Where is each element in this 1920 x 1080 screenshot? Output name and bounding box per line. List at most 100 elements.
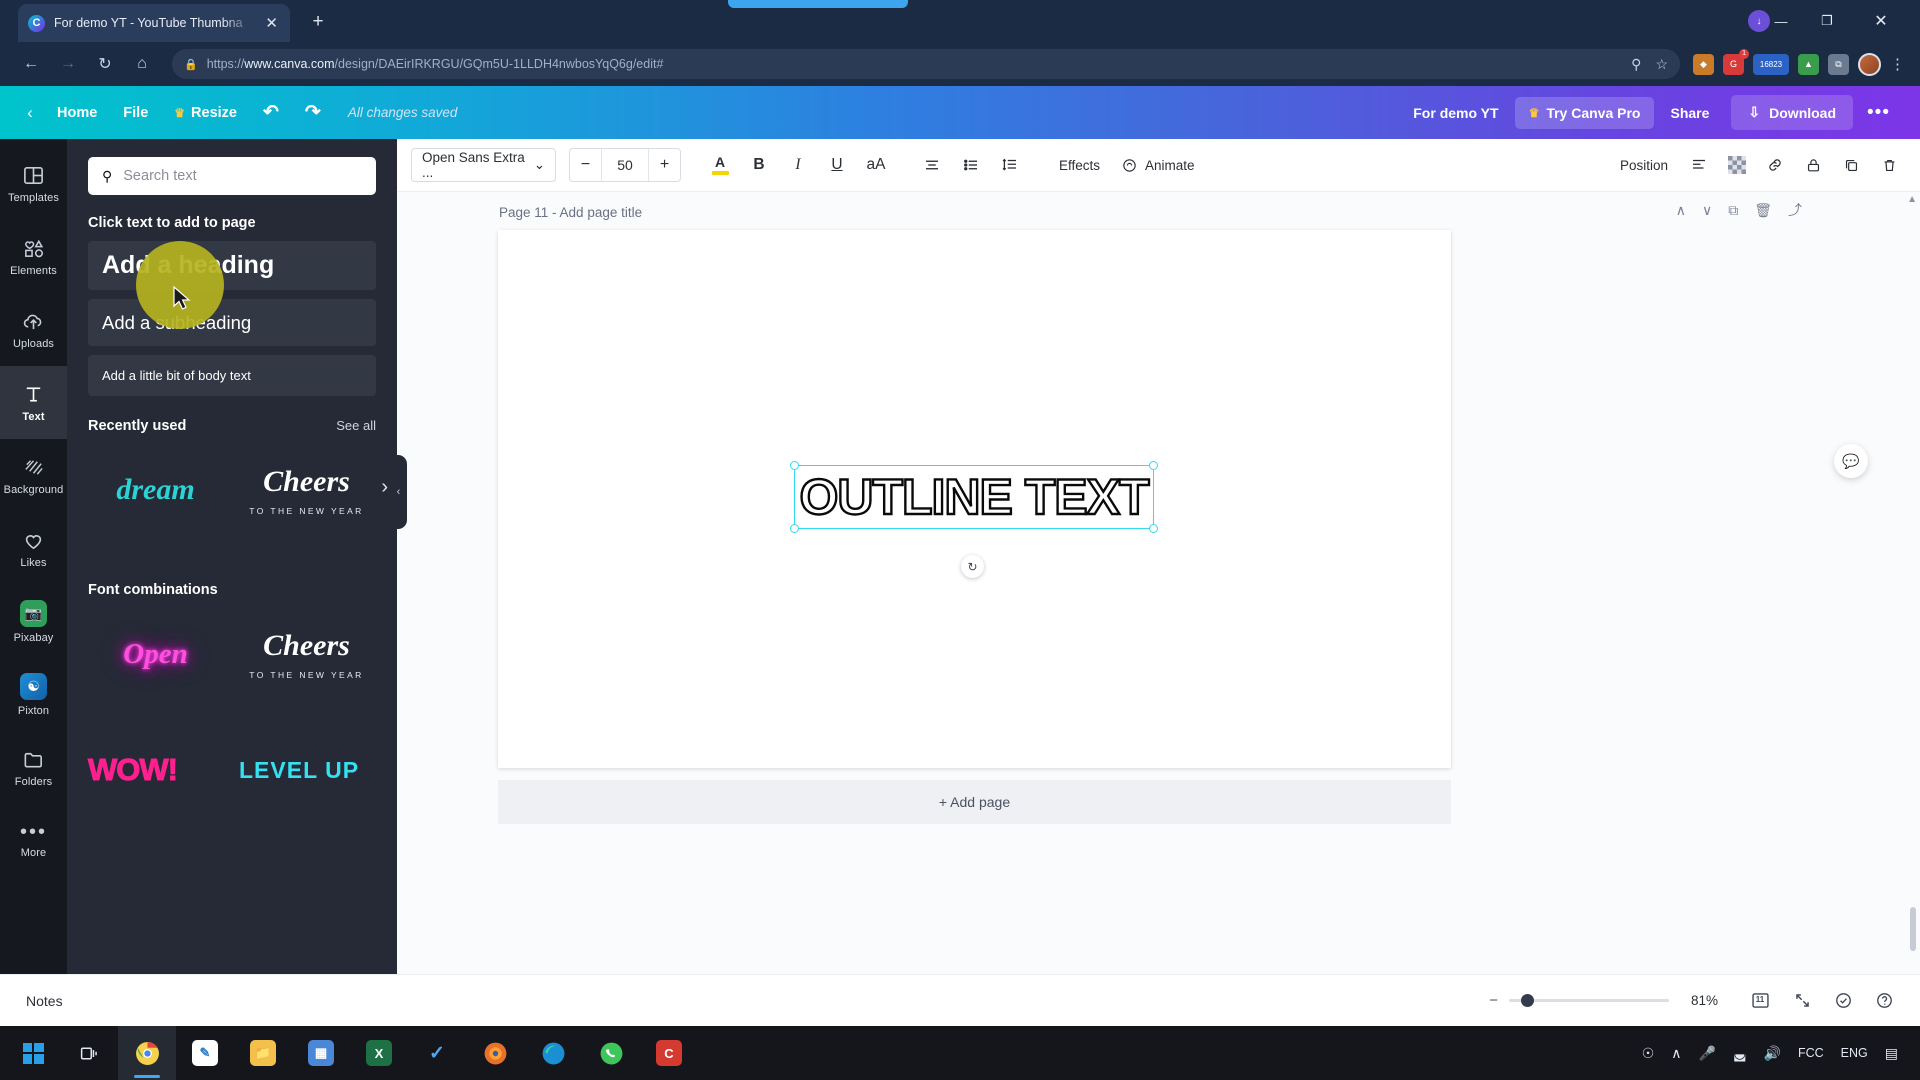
zoom-slider[interactable] xyxy=(1509,994,1669,1007)
arrange-icon[interactable] xyxy=(1682,148,1716,182)
vertical-scrollbar[interactable]: ▲ ▼ xyxy=(1907,194,1917,1008)
rotate-icon[interactable]: ↻ xyxy=(961,555,984,578)
header-home-button[interactable]: Home xyxy=(44,98,110,128)
text-color-button[interactable]: A xyxy=(703,148,737,182)
text-template-thumb[interactable]: Cheers TO THE NEW YEAR xyxy=(239,444,374,536)
page-up-icon[interactable]: ∧ xyxy=(1676,202,1686,219)
add-body-text-button[interactable]: Add a little bit of body text xyxy=(88,355,376,396)
wifi-icon[interactable]: ◛ xyxy=(1733,1045,1747,1062)
header-file-menu[interactable]: File xyxy=(110,98,161,128)
assistant-icon[interactable]: ☉ xyxy=(1642,1045,1655,1062)
selected-text-element[interactable]: OUTLINE TEXT xyxy=(795,466,1153,528)
align-icon[interactable] xyxy=(915,148,949,182)
line-spacing-icon[interactable] xyxy=(993,148,1027,182)
check-circle-icon[interactable] xyxy=(1834,991,1853,1010)
home-icon[interactable]: ⌂ xyxy=(125,47,159,81)
resize-handle-br[interactable] xyxy=(1149,524,1158,533)
task-view-icon[interactable] xyxy=(60,1026,118,1080)
fcc-indicator[interactable]: FCC xyxy=(1798,1046,1824,1060)
sidebar-item-folders[interactable]: Folders xyxy=(0,731,67,804)
address-bar[interactable]: 🔒 https://www.canva.com/design/DAEirIRKR… xyxy=(172,49,1680,79)
page-delete-icon[interactable]: 🗑 xyxy=(1754,202,1772,219)
help-circle-icon[interactable] xyxy=(1875,991,1894,1010)
language-indicator[interactable]: ENG xyxy=(1841,1046,1868,1060)
search-input[interactable] xyxy=(123,168,362,184)
close-icon[interactable]: ✕ xyxy=(263,14,280,32)
zoom-slider-knob[interactable] xyxy=(1521,994,1534,1007)
italic-button[interactable]: I xyxy=(781,148,815,182)
excel-app-icon[interactable]: X xyxy=(350,1026,408,1080)
header-back-icon[interactable]: ‹ xyxy=(16,103,44,123)
effects-button[interactable]: Effects xyxy=(1049,158,1110,173)
fullscreen-icon[interactable] xyxy=(1793,991,1812,1010)
font-size-value[interactable]: 50 xyxy=(601,149,649,181)
duplicate-icon[interactable] xyxy=(1834,148,1868,182)
resize-handle-tr[interactable] xyxy=(1149,461,1158,470)
header-more-icon[interactable]: ••• xyxy=(1853,102,1904,124)
canvas-area[interactable]: Page 11 - Add page title ∧ ∨ ⧉ 🗑 ⤴ OUTLI… xyxy=(397,192,1920,1026)
sidebar-item-text[interactable]: Text xyxy=(0,366,67,439)
font-combo-thumb[interactable]: WOW! xyxy=(88,724,223,816)
font-size-decrease-button[interactable]: − xyxy=(570,149,601,181)
browser-menu-icon[interactable]: ⋮ xyxy=(1890,55,1906,73)
reload-icon[interactable]: ↻ xyxy=(88,47,122,81)
puzzle2-extension-icon[interactable]: ⧉ xyxy=(1828,53,1849,75)
font-combo-thumb[interactable]: Open xyxy=(88,608,223,700)
sidebar-item-elements[interactable]: Elements xyxy=(0,220,67,293)
back-icon[interactable]: ← xyxy=(14,47,48,81)
chevron-up-icon[interactable]: ∧ xyxy=(1671,1045,1681,1062)
design-title[interactable]: For demo YT xyxy=(1397,105,1514,121)
windows-start-icon[interactable] xyxy=(6,1026,60,1080)
sidebar-item-uploads[interactable]: Uploads xyxy=(0,293,67,366)
see-all-link[interactable]: See all xyxy=(336,418,376,433)
help-feedback-icon[interactable]: 💬 xyxy=(1834,444,1868,478)
text-template-thumb[interactable]: dream xyxy=(88,444,223,536)
text-case-button[interactable]: aA xyxy=(859,148,893,182)
undo-icon[interactable]: ↶ xyxy=(250,94,292,131)
zoom-control[interactable]: − xyxy=(1489,992,1669,1009)
forward-icon[interactable]: → xyxy=(51,47,85,81)
page-export-icon[interactable]: ⤴ xyxy=(1788,200,1802,220)
firefox-app-icon[interactable] xyxy=(466,1026,524,1080)
search-icon[interactable]: ⚲ xyxy=(1631,56,1641,73)
window-close-button[interactable]: ✕ xyxy=(1858,0,1904,42)
scroll-up-icon[interactable]: ▲ xyxy=(1907,194,1917,205)
try-canva-pro-button[interactable]: ♛ Try Canva Pro xyxy=(1514,96,1655,129)
whatsapp-app-icon[interactable] xyxy=(582,1026,640,1080)
notes-button[interactable]: Notes xyxy=(26,993,63,1009)
font-combo-thumb[interactable]: Cheers TO THE NEW YEAR xyxy=(239,608,374,700)
window-minimize-button[interactable]: — xyxy=(1758,0,1804,42)
volume-icon[interactable]: 🔊 xyxy=(1764,1045,1781,1062)
explorer-app-icon[interactable]: 📁 xyxy=(234,1026,292,1080)
lock-icon[interactable] xyxy=(1796,148,1830,182)
design-page[interactable]: OUTLINE TEXT ↻ xyxy=(498,230,1451,768)
new-tab-button[interactable]: + xyxy=(304,8,332,36)
font-size-stepper[interactable]: − 50 + xyxy=(569,148,681,182)
sidebar-item-background[interactable]: Background xyxy=(0,439,67,512)
animate-button[interactable]: Animate xyxy=(1115,148,1201,182)
chrome-app-icon[interactable] xyxy=(118,1026,176,1080)
redo-icon[interactable]: ↷ xyxy=(292,94,334,131)
todo-app-icon[interactable]: ✓ xyxy=(408,1026,466,1080)
page-duplicate-icon[interactable]: ⧉ xyxy=(1728,202,1738,219)
underline-button[interactable]: U xyxy=(820,148,854,182)
transparency-icon[interactable] xyxy=(1720,148,1754,182)
trash-icon[interactable] xyxy=(1872,148,1906,182)
panel-collapse-button[interactable]: ‹ xyxy=(390,455,407,529)
shield-extension-icon[interactable]: ▲ xyxy=(1798,53,1819,75)
counter-extension-icon[interactable]: 16823 xyxy=(1753,53,1789,75)
pages-grid-icon[interactable]: 11 xyxy=(1749,990,1771,1012)
search-text-field[interactable]: ⚲ xyxy=(88,157,376,195)
zoom-out-button[interactable]: − xyxy=(1489,992,1498,1009)
sidebar-item-templates[interactable]: Templates xyxy=(0,147,67,220)
add-subheading-button[interactable]: Add a subheading xyxy=(88,299,376,346)
resize-handle-tl[interactable] xyxy=(790,461,799,470)
sidebar-item-likes[interactable]: Likes xyxy=(0,512,67,585)
paint-app-icon[interactable]: ✎ xyxy=(176,1026,234,1080)
add-page-button[interactable]: + Add page xyxy=(498,780,1451,824)
header-resize-button[interactable]: ♛ Resize xyxy=(161,98,250,128)
grammarly-extension-icon[interactable]: G1 xyxy=(1723,48,1749,75)
bullet-list-icon[interactable] xyxy=(954,148,988,182)
window-maximize-button[interactable]: ❐ xyxy=(1804,0,1850,42)
scroll-thumb[interactable] xyxy=(1910,907,1916,952)
